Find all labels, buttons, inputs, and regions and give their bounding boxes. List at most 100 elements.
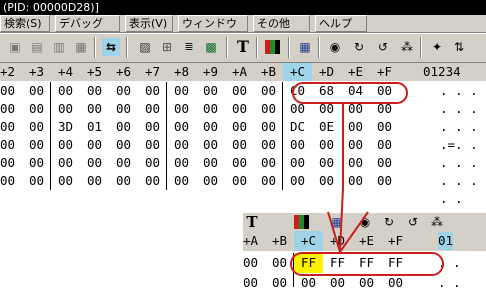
more-icon[interactable]: ✦: [428, 38, 446, 56]
table-icon[interactable]: ▦: [296, 38, 314, 56]
hex-cell[interactable]: DC: [283, 118, 312, 136]
hex-cell[interactable]: 00: [0, 82, 22, 100]
hex-cell[interactable]: 00: [283, 136, 312, 154]
hex-cell[interactable]: 3D: [51, 118, 80, 136]
hex-cell[interactable]: 00: [167, 154, 196, 172]
hex-cell[interactable]: 00: [22, 118, 51, 136]
hex-cell[interactable]: 00: [225, 172, 254, 190]
hex-cell[interactable]: 00: [196, 118, 225, 136]
hex-cell[interactable]: 00: [167, 100, 196, 118]
hex-cell[interactable]: 00: [312, 172, 341, 190]
swap-icon[interactable]: ⇆: [102, 38, 120, 56]
hex-cell[interactable]: 00: [225, 154, 254, 172]
hex-cell[interactable]: 00: [109, 136, 138, 154]
hex-cell[interactable]: 00: [254, 136, 283, 154]
hex-cell[interactable]: 00: [51, 82, 80, 100]
hex-cell[interactable]: 00: [225, 136, 254, 154]
disk-copy-icon[interactable]: ▤: [28, 38, 46, 56]
hex-cell[interactable]: 00: [0, 136, 22, 154]
hex-cell[interactable]: 00: [109, 172, 138, 190]
hex-cell[interactable]: 00: [167, 118, 196, 136]
hex-cell[interactable]: 00: [51, 154, 80, 172]
hex-cell[interactable]: 00: [254, 100, 283, 118]
menu-view[interactable]: 表示(V): [125, 15, 173, 32]
hex-cell[interactable]: 00: [109, 82, 138, 100]
hex-cell[interactable]: 00: [254, 172, 283, 190]
hex-cell[interactable]: 00: [51, 136, 80, 154]
disk-icon[interactable]: ▣: [6, 38, 24, 56]
search-grid-icon[interactable]: ⁂: [398, 38, 416, 56]
hex-cell[interactable]: 00: [138, 154, 167, 172]
hex-cell[interactable]: 00: [370, 136, 399, 154]
hex-cell[interactable]: 00: [0, 100, 22, 118]
hex-cell[interactable]: 00: [167, 172, 196, 190]
hex-cell[interactable]: 0E: [312, 118, 341, 136]
hex-cell[interactable]: 00: [196, 100, 225, 118]
hex-cell[interactable]: 00: [80, 100, 109, 118]
doc-icon[interactable]: ▥: [50, 38, 68, 56]
hex-cell[interactable]: 00: [109, 100, 138, 118]
hex-cell[interactable]: 00: [167, 136, 196, 154]
hex-cell[interactable]: 00: [109, 154, 138, 172]
hex-cell[interactable]: 00: [22, 154, 51, 172]
menu-search[interactable]: 検索(S): [0, 15, 50, 32]
hex-cell[interactable]: 00: [138, 118, 167, 136]
hex-cell[interactable]: 00: [51, 100, 80, 118]
menu-debug[interactable]: デバッグ(D): [55, 15, 120, 45]
menu-other[interactable]: その他(A): [253, 15, 310, 45]
hex-cell[interactable]: 00: [80, 172, 109, 190]
hex-cell[interactable]: 00: [341, 172, 370, 190]
hex-cell[interactable]: 00: [80, 154, 109, 172]
hex-cell[interactable]: 00: [225, 118, 254, 136]
hex-cell[interactable]: 00: [0, 154, 22, 172]
hex-cell[interactable]: 00: [312, 136, 341, 154]
more-icon-2[interactable]: ⇅: [450, 38, 468, 56]
hex-cell[interactable]: 01: [80, 118, 109, 136]
bold-t-icon[interactable]: T: [234, 38, 252, 56]
binoculars-icon[interactable]: ◉: [326, 38, 344, 56]
hex-cell[interactable]: 00: [225, 82, 254, 100]
hex-cell[interactable]: 00: [196, 136, 225, 154]
camera-icon[interactable]: ▨: [136, 38, 154, 56]
hex-cell[interactable]: 00: [0, 172, 22, 190]
hex-cell[interactable]: 00: [22, 172, 51, 190]
text-icon[interactable]: ≣: [180, 38, 198, 56]
menu-help[interactable]: ヘルプ(H): [315, 15, 367, 45]
hex-cell[interactable]: 00: [51, 172, 80, 190]
hex-cell[interactable]: 00: [138, 172, 167, 190]
hex-cell[interactable]: 00: [80, 82, 109, 100]
hex-cell[interactable]: 00: [22, 82, 51, 100]
hex-cell[interactable]: 00: [138, 136, 167, 154]
hex-cell[interactable]: 00: [22, 100, 51, 118]
ascii-cell[interactable]: . . . . .: [440, 172, 486, 208]
hex-cell[interactable]: 00: [138, 82, 167, 100]
hex-cell[interactable]: 00: [196, 82, 225, 100]
hex-cell[interactable]: 00: [370, 118, 399, 136]
hex-cell[interactable]: 00: [341, 154, 370, 172]
grid-icon[interactable]: ⊞: [158, 38, 176, 56]
hex-cell[interactable]: 00: [109, 118, 138, 136]
hex-cell[interactable]: 00: [283, 172, 312, 190]
hex-cell[interactable]: 00: [80, 136, 109, 154]
hex-cell[interactable]: 00: [312, 154, 341, 172]
hex-cell[interactable]: 00: [341, 136, 370, 154]
hex-cell[interactable]: 00: [0, 118, 22, 136]
hex-cell[interactable]: 00: [196, 154, 225, 172]
binoculars-back-icon[interactable]: ↺: [374, 38, 392, 56]
hex-cell[interactable]: 00: [341, 118, 370, 136]
hex-cell[interactable]: 00: [254, 154, 283, 172]
menu-window[interactable]: ウィンドウ(W): [178, 15, 248, 45]
hex-cell[interactable]: 00: [225, 100, 254, 118]
window-icon[interactable]: ▦: [72, 38, 90, 56]
hex-cell[interactable]: 00: [283, 154, 312, 172]
hex-cell[interactable]: 00: [22, 136, 51, 154]
binoculars-arrows-icon[interactable]: ↻: [350, 38, 368, 56]
hex-cell[interactable]: 00: [370, 154, 399, 172]
hex-cell[interactable]: 00: [370, 172, 399, 190]
hex-cell[interactable]: 00: [167, 82, 196, 100]
color-bars-icon[interactable]: [264, 38, 282, 56]
calc-icon[interactable]: ▩: [202, 38, 220, 56]
hex-cell[interactable]: 00: [254, 118, 283, 136]
hex-cell[interactable]: 00: [196, 172, 225, 190]
hex-cell[interactable]: 00: [254, 82, 283, 100]
